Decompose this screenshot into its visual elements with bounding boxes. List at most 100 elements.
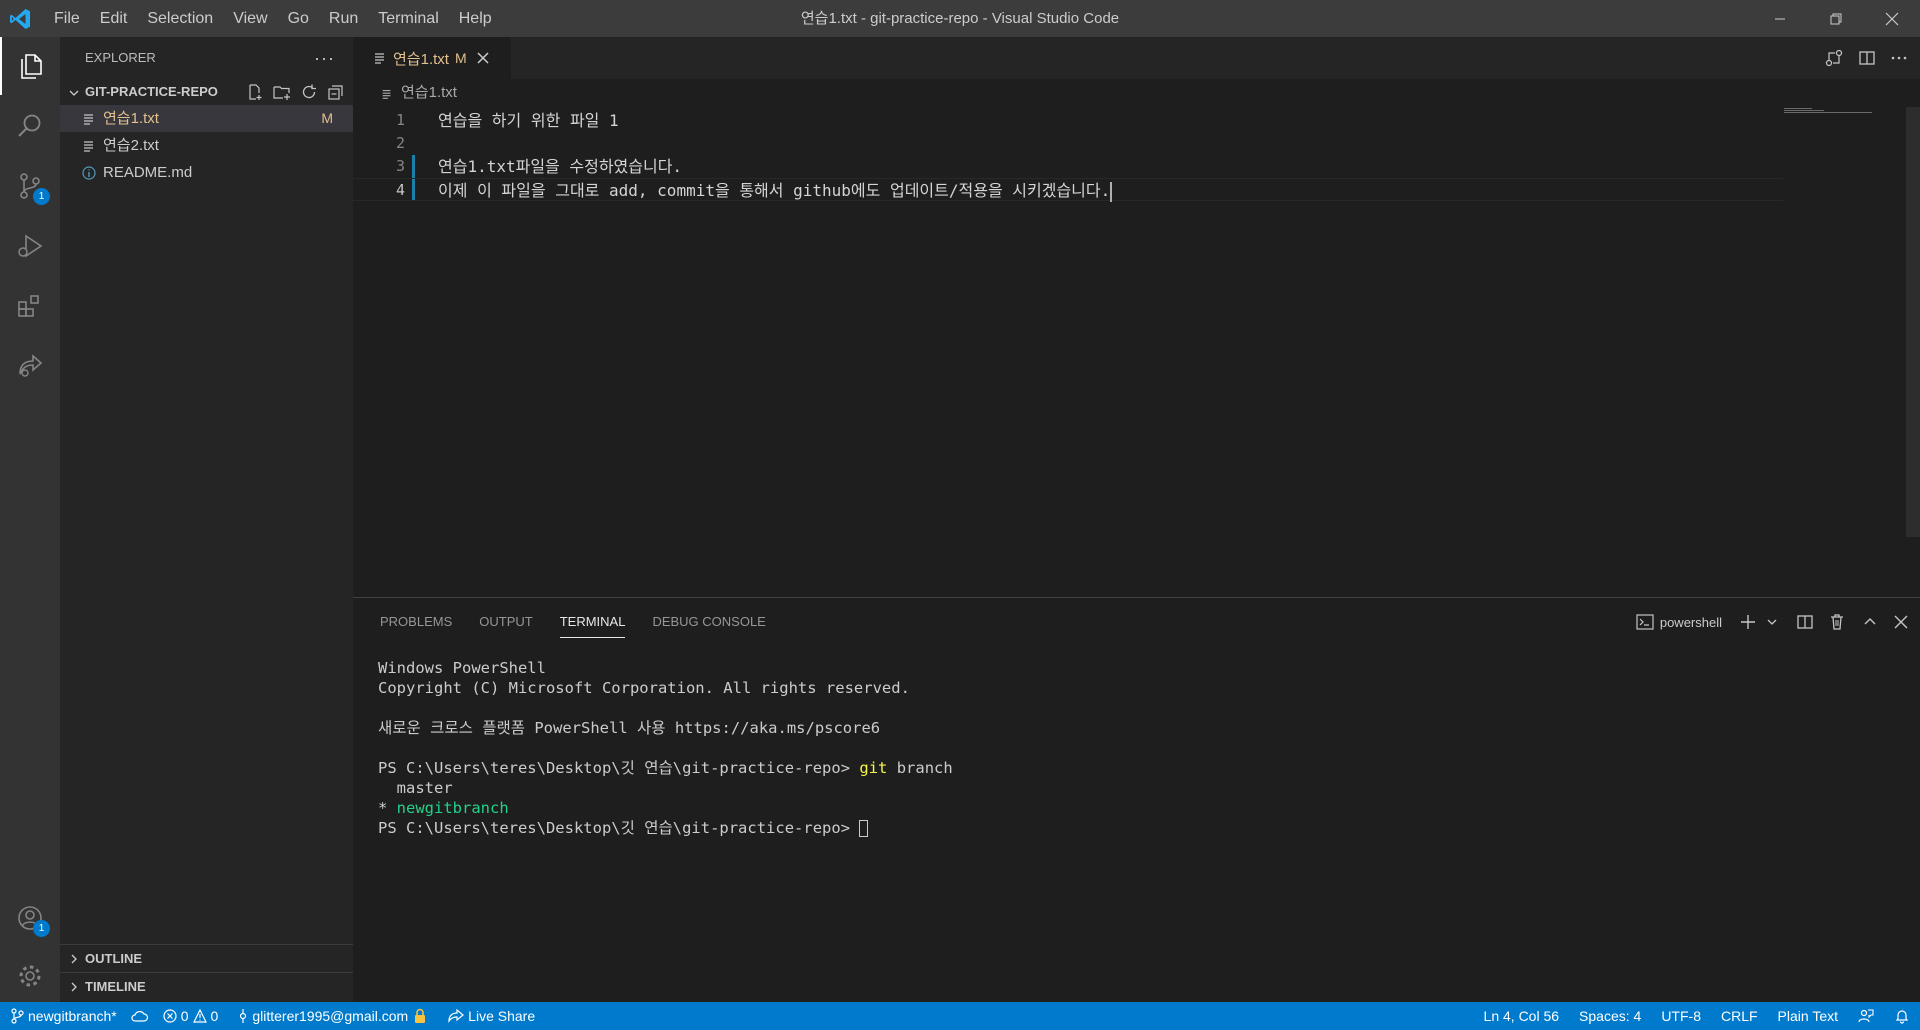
timeline-section[interactable]: TIMELINE (60, 972, 353, 1000)
explorer-more-button[interactable]: ··· (314, 37, 335, 79)
line-text: 이제 이 파일을 그대로 add, commit을 통해서 github에도 업… (438, 181, 1111, 200)
close-icon[interactable] (1894, 615, 1908, 629)
language-mode[interactable]: Plain Text (1778, 1002, 1838, 1030)
editor-tab[interactable]: 연습1.txt M (353, 37, 511, 79)
code-line[interactable]: 3 연습1.txt파일을 수정하였습니다. (353, 155, 1783, 178)
text-cursor (1110, 181, 1113, 202)
extensions-activity[interactable] (0, 277, 60, 335)
gear-icon (19, 965, 41, 987)
text-file-icon (375, 53, 384, 64)
editor-tab-bar: 연습1.txt M (353, 37, 1920, 79)
minimap[interactable] (1782, 107, 1882, 117)
tab-output[interactable]: OUTPUT (479, 598, 532, 646)
terminal-prompt-line: PS C:\Users\teres\Desktop\깃 연습\git-pract… (378, 818, 953, 838)
info-icon (82, 166, 96, 180)
source-control-activity[interactable]: 1 (0, 157, 60, 215)
line-number: 4 (395, 181, 405, 199)
terminal-shell-selector[interactable]: powershell (1636, 614, 1722, 630)
search-activity[interactable] (0, 97, 60, 155)
tab-label: 연습1.txt (393, 50, 449, 68)
live-share-status[interactable]: Live Share (448, 1002, 535, 1030)
tab-terminal[interactable]: TERMINAL (559, 598, 625, 646)
run-debug-activity[interactable] (0, 217, 60, 275)
warning-icon (192, 1009, 207, 1023)
code-line[interactable]: 2 (353, 132, 1783, 155)
account-email: glitterer1995@gmail.com (252, 1008, 409, 1024)
code-line-current[interactable]: 4 이제 이 파일을 그대로 add, commit을 통해서 github에도… (353, 178, 1783, 202)
tab-modified-indicator: M (454, 50, 467, 66)
code-line[interactable]: 1 연습을 하기 위한 파일 1 (353, 109, 1783, 132)
editor-scrollbar[interactable] (1906, 107, 1920, 537)
terminal-cursor (859, 820, 869, 837)
folder-name: GIT-PRACTICE-REPO (85, 84, 218, 99)
indentation-status[interactable]: Spaces: 4 (1579, 1002, 1641, 1030)
explorer-activity[interactable] (0, 37, 60, 95)
outline-section[interactable]: OUTLINE (60, 944, 353, 972)
bottom-panel: PROBLEMS OUTPUT TERMINAL DEBUG CONSOLE p… (353, 597, 1920, 1002)
menu-run[interactable]: Run (319, 0, 368, 37)
chevron-down-icon (69, 90, 79, 96)
feedback-icon (1858, 1009, 1874, 1023)
menu-help[interactable]: Help (449, 0, 502, 37)
lock-icon (415, 1008, 426, 1023)
chevron-right-icon (71, 982, 77, 992)
status-bar: newgitbranch* 0 0 glitterer1995@gmail.co… (0, 1002, 1920, 1030)
split-terminal-icon[interactable] (1796, 613, 1814, 631)
file-item-yeonseup2[interactable]: 연습2.txt (60, 132, 353, 159)
minimize-icon (1775, 18, 1785, 19)
sync-status[interactable] (131, 1002, 149, 1030)
tab-debug-console[interactable]: DEBUG CONSOLE (652, 598, 765, 646)
menu-selection[interactable]: Selection (137, 0, 223, 37)
chevron-up-icon[interactable] (1862, 614, 1878, 630)
breadcrumb[interactable]: 연습1.txt (353, 79, 1920, 107)
tab-problems[interactable]: PROBLEMS (380, 598, 452, 646)
more-actions-icon[interactable] (1890, 49, 1908, 67)
file-item-yeonseup1[interactable]: 연습1.txt M (60, 105, 353, 132)
chevron-down-icon[interactable] (1766, 616, 1778, 628)
eol-status[interactable]: CRLF (1721, 1002, 1758, 1030)
file-item-readme[interactable]: README.md (60, 159, 353, 186)
encoding-status[interactable]: UTF-8 (1661, 1002, 1701, 1030)
breadcrumb-file[interactable]: 연습1.txt (401, 79, 457, 107)
split-editor-icon[interactable] (1858, 49, 1876, 67)
menu-terminal[interactable]: Terminal (368, 0, 448, 37)
collapse-all-icon[interactable] (327, 83, 345, 101)
code-editor[interactable]: 1 연습을 하기 위한 파일 1 2 3 연습1.txt파일을 수정하였습니다.… (353, 107, 1920, 597)
menu-view[interactable]: View (223, 0, 277, 37)
restore-button[interactable] (1808, 0, 1864, 37)
live-share-label: Live Share (468, 1008, 536, 1024)
chevron-right-icon (71, 954, 77, 964)
notifications-button[interactable] (1894, 1002, 1910, 1030)
feedback-button[interactable] (1858, 1002, 1874, 1030)
menu-edit[interactable]: Edit (90, 0, 138, 37)
folder-header[interactable]: GIT-PRACTICE-REPO (60, 79, 353, 105)
manage-activity[interactable] (0, 947, 60, 1005)
cursor-position[interactable]: Ln 4, Col 56 (1484, 1002, 1560, 1030)
terminal-output[interactable]: Windows PowerShell Copyright (C) Microso… (378, 658, 953, 838)
new-folder-icon[interactable] (273, 83, 291, 101)
open-changes-icon[interactable] (1824, 48, 1844, 68)
trash-icon[interactable] (1828, 613, 1846, 631)
refresh-icon[interactable] (300, 83, 318, 101)
line-number: 1 (395, 111, 405, 129)
extensions-icon (18, 295, 39, 317)
branch-status[interactable]: newgitbranch* (10, 1002, 117, 1030)
problems-status[interactable]: 0 0 (163, 1002, 218, 1030)
menu-file[interactable]: File (44, 0, 90, 37)
terminal-branch-current: * newgitbranch (378, 798, 953, 818)
terminal-line: Copyright (C) Microsoft Corporation. All… (378, 679, 910, 697)
terminal-prompt: PS C:\Users\teres\Desktop\깃 연습\git-pract… (378, 819, 860, 837)
account-status[interactable]: glitterer1995@gmail.com (238, 1002, 428, 1030)
close-window-button[interactable] (1864, 0, 1920, 37)
menu-go[interactable]: Go (278, 0, 319, 37)
live-share-activity[interactable] (0, 337, 60, 395)
accounts-activity[interactable]: 1 (0, 889, 60, 947)
file-name: README.md (103, 164, 193, 181)
minimize-button[interactable] (1752, 0, 1808, 37)
plus-icon[interactable] (1740, 614, 1756, 630)
new-file-icon[interactable] (246, 83, 264, 101)
live-share-icon (448, 1009, 465, 1023)
search-icon (18, 114, 41, 137)
close-icon[interactable] (477, 52, 489, 64)
git-branch-icon (11, 1008, 24, 1024)
